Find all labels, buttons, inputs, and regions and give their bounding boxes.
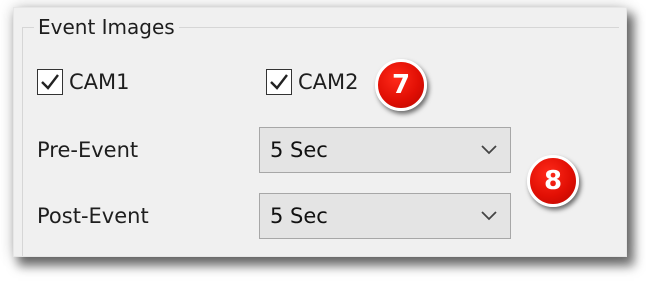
post-event-value: 5 Sec [270,204,328,228]
checkmark-icon [41,74,59,90]
cam2-checkbox-row[interactable]: CAM2 [266,69,359,95]
cam1-label: CAM1 [69,70,130,94]
chevron-down-icon [480,210,498,222]
cam1-checkbox[interactable] [37,69,63,95]
cam2-checkbox[interactable] [266,69,292,95]
pre-event-value: 5 Sec [270,138,328,162]
post-event-label: Post-Event [37,204,149,228]
post-event-select[interactable]: 5 Sec [259,193,511,239]
callout-badge-8: 8 [527,155,579,207]
pre-event-label: Pre-Event [37,138,139,162]
cam1-checkbox-row[interactable]: CAM1 [37,69,130,95]
checkmark-icon [270,74,288,90]
chevron-down-icon [480,144,498,156]
callout-badge-7: 7 [375,59,427,111]
cam2-label: CAM2 [298,70,359,94]
pre-event-select[interactable]: 5 Sec [259,127,511,173]
group-title: Event Images [34,16,179,38]
